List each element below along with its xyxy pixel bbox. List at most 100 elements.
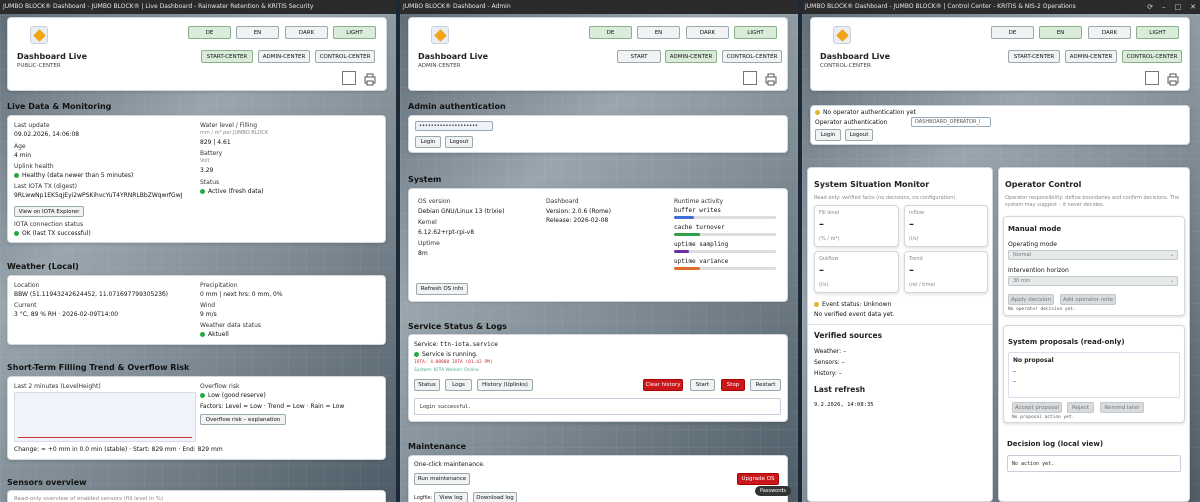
service-log-text: Login successful. (420, 404, 472, 410)
lang-de-button[interactable]: DE (991, 26, 1034, 39)
iota-explorer-button[interactable]: View on IOTA Explorer (14, 206, 84, 217)
theme-dark-button[interactable]: DARK (1088, 26, 1131, 39)
history-button[interactable]: History (Uplinks) (477, 379, 533, 391)
printer-icon[interactable] (764, 71, 778, 86)
theme-light-button[interactable]: LIGHT (734, 26, 777, 39)
status-dot-icon (200, 189, 205, 194)
event-desc: No verified event data yet. (814, 311, 895, 318)
upgrade-os-button[interactable]: Upgrade OS (737, 473, 779, 485)
operator-auth-status: No operator authentication yet (815, 109, 916, 116)
weather-card: Location BBW (51.11943242624452, 11.0716… (7, 275, 386, 345)
lang-de-button[interactable]: DE (589, 26, 632, 39)
nav-start-center[interactable]: START-CENTER (201, 50, 253, 63)
op-mode-select[interactable]: Normal ⌄ (1008, 250, 1178, 260)
accept-proposal-button[interactable]: Accept proposal (1012, 402, 1062, 413)
lang-en-button[interactable]: EN (1039, 26, 1082, 39)
operator-login-button[interactable]: Login (815, 129, 841, 141)
theme-light-button[interactable]: LIGHT (333, 26, 376, 39)
restart-button[interactable]: Restart (750, 379, 781, 391)
system-heading: System (408, 175, 442, 184)
tile-value: – (909, 219, 914, 230)
nav-admin-center[interactable]: ADMIN-CENTER (1065, 50, 1117, 63)
screenshot-icon[interactable] (1145, 71, 1159, 85)
sensors-card: Read-only overview of enabled sensors (f… (7, 490, 386, 502)
dashboard-label: Dashboard (546, 198, 579, 205)
os-value: Debian GNU/Linux 13 (trixie) (418, 208, 505, 215)
page-title: Dashboard Live (418, 52, 489, 61)
horizon-select[interactable]: 30 min ⌄ (1008, 276, 1178, 286)
add-note-button[interactable]: Add operator note (1060, 294, 1116, 305)
service-card: Service: ttn-iota.service Service is run… (408, 334, 788, 422)
tile-unit: (% / m³) (819, 236, 840, 242)
auth-card: •••••••••••••••••••• Login Logout (408, 115, 788, 153)
refresh-os-button[interactable]: Refresh OS info (416, 283, 468, 295)
nav-control-center[interactable]: CONTROL-CENTER (1122, 50, 1182, 63)
nav-admin-center[interactable]: ADMIN-CENTER (665, 50, 717, 63)
service-name: ttn-iota.service (440, 341, 498, 348)
stop-button[interactable]: Stop (721, 379, 745, 391)
precip-label: Precipitation (200, 282, 238, 289)
page-subtitle: CONTROL-CENTER (820, 63, 871, 69)
trend-chart (14, 392, 196, 442)
tile-value: – (819, 219, 824, 230)
lang-de-button[interactable]: DE (188, 26, 231, 39)
tile-unit: (l/s) (909, 236, 919, 242)
logout-button[interactable]: Logout (445, 136, 473, 148)
status-button[interactable]: Status (414, 379, 440, 391)
password-input[interactable]: •••••••••••••••••••• (415, 121, 493, 131)
theme-light-button[interactable]: LIGHT (1136, 26, 1179, 39)
nav-start[interactable]: START (617, 50, 661, 63)
login-button[interactable]: Login (415, 136, 441, 148)
screenshot-icon[interactable] (342, 71, 356, 85)
lang-en-button[interactable]: EN (637, 26, 680, 39)
status-dot-icon (200, 393, 205, 398)
maintenance-card: One-click maintenance. Run maintenance U… (408, 455, 791, 502)
age-label: Age (14, 143, 26, 150)
start-button[interactable]: Start (690, 379, 715, 391)
nav-start-center[interactable]: START-CENTER (1008, 50, 1060, 63)
download-log-button[interactable]: Download log (473, 492, 517, 502)
theme-dark-button[interactable]: DARK (285, 26, 328, 39)
theme-dark-button[interactable]: DARK (686, 26, 729, 39)
reject-button[interactable]: Reject (1067, 402, 1094, 413)
maximize-icon[interactable]: □ (1175, 0, 1182, 14)
location-value: BBW (51.11943242624452, 11.0716977993052… (14, 291, 169, 298)
operator-logout-button[interactable]: Logout (845, 129, 873, 141)
control-desc: Operator responsibility: define boundari… (1005, 195, 1180, 208)
remind-later-button[interactable]: Remind later (1100, 402, 1144, 413)
lang-en-button[interactable]: EN (236, 26, 279, 39)
view-log-button[interactable]: View log (434, 492, 468, 502)
system-card: OS version Debian GNU/Linux 13 (trixie) … (408, 188, 788, 302)
clear-history-button[interactable]: Clear history (643, 379, 683, 391)
iota-conn-value: OK (last TX successful) (22, 230, 91, 237)
status-label: Status (200, 179, 220, 186)
apply-decision-button[interactable]: Apply decision (1008, 294, 1054, 305)
passwords-popup[interactable]: Passwords (755, 486, 791, 496)
page-subtitle: PUBLIC-CENTER (17, 63, 61, 69)
service-running: Service is running. (414, 351, 478, 358)
refresh-heading: Last refresh (814, 385, 866, 394)
printer-icon[interactable] (1166, 71, 1180, 86)
operator-input[interactable]: DASHBOARD_OPERATOR_I (911, 117, 991, 127)
battery-unit: Volt (200, 158, 210, 164)
tile-label: Inflow (909, 210, 924, 216)
screenshot-icon[interactable] (743, 71, 757, 85)
decision-log-heading: Decision log (local view) (1007, 440, 1104, 448)
nav-control-center[interactable]: CONTROL-CENTER (315, 50, 375, 63)
printer-icon[interactable] (363, 71, 377, 86)
run-maintenance-button[interactable]: Run maintenance (414, 473, 470, 485)
operator-auth-label: Operator authentication (815, 119, 888, 126)
nav-admin-center[interactable]: ADMIN-CENTER (258, 50, 310, 63)
last-update-value: 09.02.2026, 14:06:08 (14, 131, 80, 138)
refresh-icon[interactable]: ⟳ (1147, 0, 1153, 14)
water-value: 829 | 4.61 (200, 139, 231, 146)
logs-button[interactable]: Logs (445, 379, 472, 391)
header-card: Dashboard Live CONTROL-CENTER DE EN DARK… (810, 17, 1190, 91)
minimize-icon[interactable]: – (1162, 0, 1166, 14)
source-sensors: Sensors: – (814, 359, 845, 366)
nav-control-center[interactable]: CONTROL-CENTER (722, 50, 782, 63)
risk-explanation-button[interactable]: Overflow risk – explanation (200, 414, 286, 425)
logo-icon (30, 26, 48, 44)
manual-mode-card: Manual mode Operating mode Normal ⌄ Inter… (1003, 216, 1185, 316)
close-icon[interactable]: ✕ (1190, 0, 1196, 14)
